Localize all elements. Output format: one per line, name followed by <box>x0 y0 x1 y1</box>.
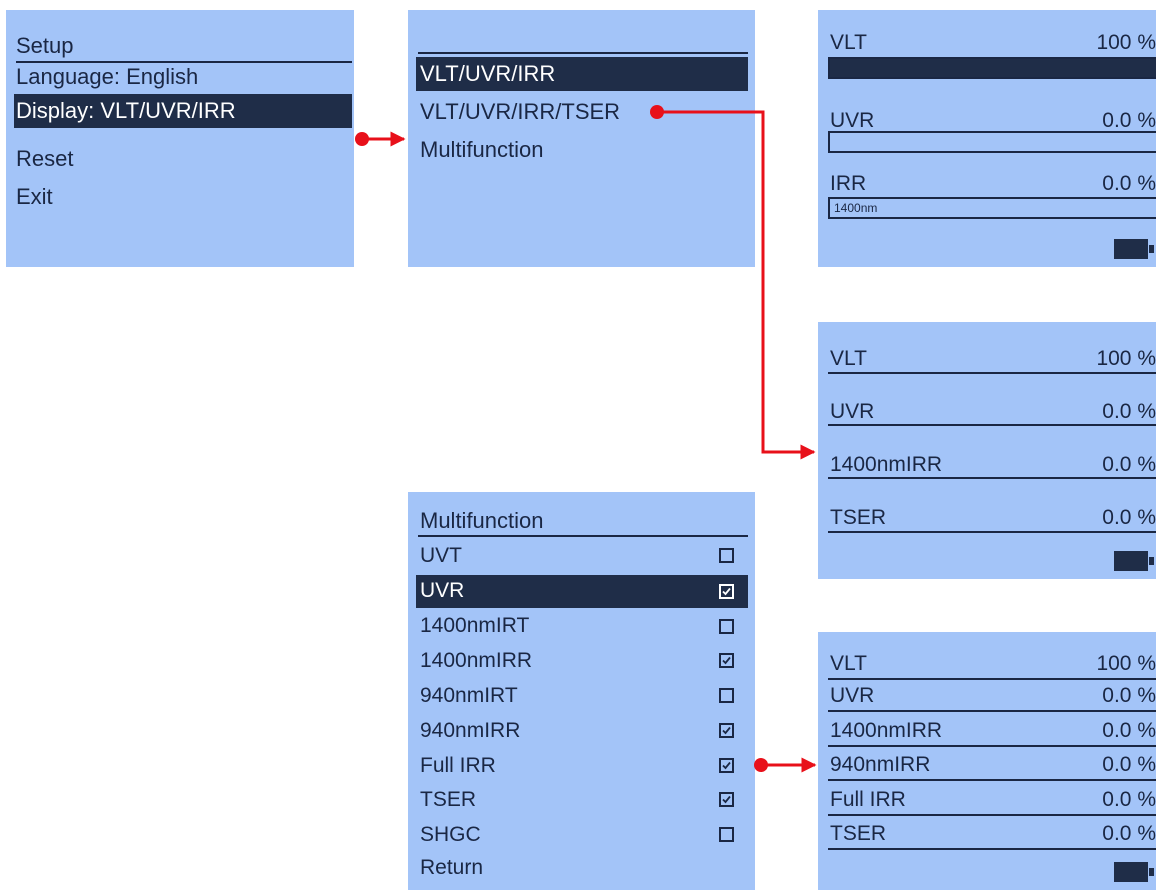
check-mark-icon <box>722 795 731 804</box>
readout-value: 0.0 % <box>1102 753 1156 776</box>
readout-label: 1400nmIRR <box>830 453 943 476</box>
checkbox-1400nmirt[interactable] <box>719 619 734 634</box>
readout-label-vlt: VLT <box>830 31 867 54</box>
readout-label: TSER <box>830 822 887 845</box>
readout-label: UVR <box>830 684 875 707</box>
menu-item-display[interactable]: Display: VLT/UVR/IRR <box>16 95 236 127</box>
divider <box>828 848 1156 850</box>
readout-label: VLT <box>830 652 867 675</box>
divider <box>828 678 1156 680</box>
arrow-setup-to-display <box>355 131 406 147</box>
divider <box>828 477 1156 479</box>
checkbox-940nmirt[interactable] <box>719 688 734 703</box>
divider <box>418 52 748 54</box>
readout-screen-multifunction: VLT 100 % UVR 0.0 % 1400nmIRR 0.0 % 940n… <box>818 632 1156 890</box>
battery-full-icon <box>1114 862 1154 882</box>
option-940nmirt[interactable]: 940nmIRT <box>420 682 518 710</box>
check-mark-icon <box>722 587 731 596</box>
readout-value-vlt: 100 % <box>1096 31 1156 54</box>
uvr-level-bar <box>828 131 1156 153</box>
readout-label: TSER <box>830 506 887 529</box>
vlt-level-fill <box>830 59 1156 77</box>
divider <box>828 745 1156 747</box>
readout-label: UVR <box>830 400 875 423</box>
menu-item-reset[interactable]: Reset <box>16 143 73 175</box>
checkbox-uvr[interactable] <box>719 584 734 599</box>
readout-screen-bars: VLT 100 % UVR 0.0 % IRR 0.0 % 1400nm <box>818 10 1156 267</box>
check-mark-icon <box>722 656 731 665</box>
vlt-level-bar <box>828 57 1156 79</box>
readout-value: 0.0 % <box>1102 453 1156 476</box>
readout-label: VLT <box>830 347 867 370</box>
option-uvt[interactable]: UVT <box>420 542 462 570</box>
readout-value: 0.0 % <box>1102 400 1156 423</box>
checkbox-940nmirr[interactable] <box>719 723 734 738</box>
readout-value-irr: 0.0 % <box>1102 172 1156 195</box>
display-option-vlt-uvr-irr[interactable]: VLT/UVR/IRR <box>420 58 555 90</box>
readout-value: 0.0 % <box>1102 719 1156 742</box>
divider <box>828 814 1156 816</box>
display-option-multifunction[interactable]: Multifunction <box>420 134 544 166</box>
readout-screen-tser: VLT 100 % UVR 0.0 % 1400nmIRR 0.0 % TSER… <box>818 322 1156 579</box>
option-1400nmirr[interactable]: 1400nmIRR <box>420 647 532 675</box>
multifunction-menu-screen: Multifunction UVT UVR 1400nmIRT 1400nmIR… <box>408 492 755 890</box>
option-return[interactable]: Return <box>420 854 483 882</box>
readout-value: 0.0 % <box>1102 822 1156 845</box>
multifunction-title: Multifunction <box>420 508 544 533</box>
readout-value: 0.0 % <box>1102 684 1156 707</box>
readout-value: 100 % <box>1096 652 1156 675</box>
readout-label: 940nmIRR <box>830 753 931 776</box>
option-shgc[interactable]: SHGC <box>420 821 481 849</box>
irr-level-bar: 1400nm <box>828 197 1156 219</box>
divider <box>828 372 1156 374</box>
divider <box>828 531 1156 533</box>
checkbox-tser[interactable] <box>719 792 734 807</box>
readout-value: 100 % <box>1096 347 1156 370</box>
checkbox-full-irr[interactable] <box>719 758 734 773</box>
readout-label: Full IRR <box>830 788 906 811</box>
menu-item-exit[interactable]: Exit <box>16 181 53 213</box>
battery-full-icon <box>1114 551 1154 571</box>
readout-value: 0.0 % <box>1102 788 1156 811</box>
check-mark-icon <box>722 761 731 770</box>
divider <box>828 710 1156 712</box>
checkbox-uvt[interactable] <box>719 548 734 563</box>
option-full-irr[interactable]: Full IRR <box>420 752 496 780</box>
display-menu-screen: VLT/UVR/IRR VLT/UVR/IRR/TSER Multifuncti… <box>408 10 755 267</box>
option-tser[interactable]: TSER <box>420 786 476 814</box>
checkbox-shgc[interactable] <box>719 827 734 842</box>
setup-menu-screen: Setup Language: English Display: VLT/UVR… <box>6 10 354 267</box>
readout-label: 1400nmIRR <box>830 719 943 742</box>
divider <box>418 535 748 537</box>
divider <box>828 424 1156 426</box>
readout-value: 0.0 % <box>1102 506 1156 529</box>
divider <box>828 779 1156 781</box>
battery-full-icon <box>1114 239 1154 259</box>
option-uvr[interactable]: UVR <box>420 577 464 605</box>
option-940nmirr[interactable]: 940nmIRR <box>420 717 520 745</box>
display-option-vlt-uvr-irr-tser[interactable]: VLT/UVR/IRR/TSER <box>420 96 620 128</box>
check-mark-icon <box>722 726 731 735</box>
readout-label-irr: IRR <box>830 172 867 195</box>
option-1400nmirt[interactable]: 1400nmIRT <box>420 612 529 640</box>
selection-highlight <box>416 575 748 608</box>
menu-item-language[interactable]: Language: English <box>16 61 198 93</box>
setup-title: Setup <box>16 33 74 58</box>
arrow-multifunction-to-readout <box>754 757 817 773</box>
checkbox-1400nmirr[interactable] <box>719 653 734 668</box>
irr-wavelength-caption: 1400nm <box>834 201 878 215</box>
